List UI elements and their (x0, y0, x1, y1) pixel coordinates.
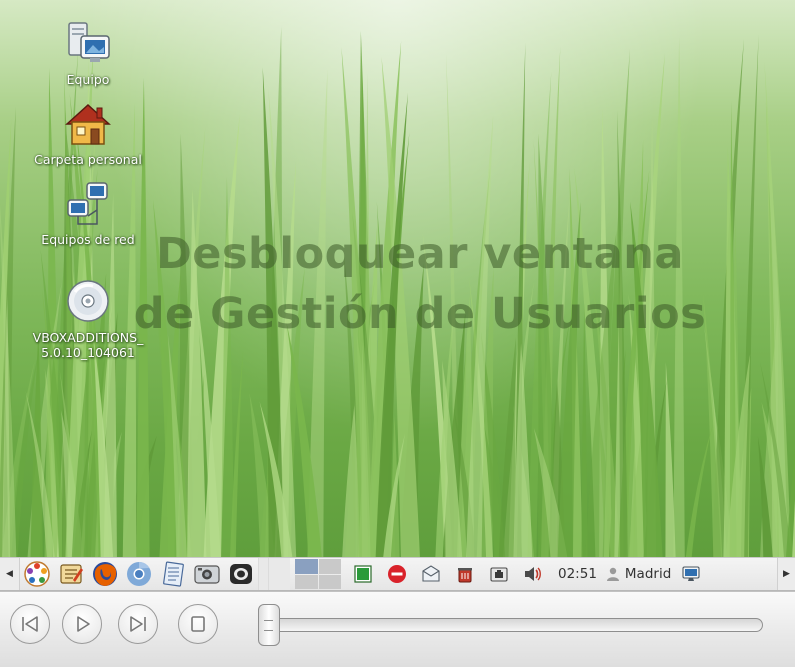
taskbar-clock[interactable]: 02:51 (550, 566, 605, 582)
taskbar-scroll-left[interactable]: ◀ (0, 558, 20, 590)
workspace-pager[interactable] (294, 558, 342, 590)
taskbar: ◀ 02:51 Madrid ▶ (0, 557, 795, 591)
desktop-icon-equipo[interactable]: Equipo (23, 20, 153, 87)
tray-display[interactable] (677, 558, 705, 590)
notes-icon (163, 561, 184, 587)
desktop-icon-label: Equipo (66, 72, 110, 87)
previous-icon (22, 616, 38, 632)
mail-notify-icon (422, 565, 440, 582)
cd-icon (67, 280, 109, 322)
workspace-3[interactable] (295, 574, 318, 589)
user-name: Madrid (624, 566, 672, 582)
tray-network[interactable] (482, 558, 516, 590)
trash-update-icon (458, 568, 472, 583)
launcher-firefox[interactable] (88, 558, 122, 590)
workspace-2[interactable] (318, 559, 341, 574)
user-icon (606, 567, 619, 581)
media-controls (0, 591, 795, 667)
seek-bar[interactable] (258, 618, 763, 632)
grass-blade (498, 337, 516, 557)
stop-button[interactable] (178, 604, 218, 644)
user-menu[interactable]: Madrid (605, 566, 677, 582)
grass-blade (685, 423, 713, 557)
tray-mail[interactable] (414, 558, 448, 590)
green-square-icon (354, 565, 372, 583)
tray-green-square[interactable] (346, 558, 380, 590)
desktop-icon-carpeta-personal[interactable]: Carpeta personal (23, 100, 153, 167)
taskbar-scroll-right[interactable]: ▶ (777, 558, 795, 590)
taskbar-separator (268, 558, 290, 590)
workspace-1[interactable] (295, 559, 318, 574)
display-icon (682, 566, 700, 581)
play-button[interactable] (62, 604, 102, 644)
play-icon (77, 616, 90, 632)
text-editor-icon (60, 564, 83, 584)
screenshot-icon (194, 565, 220, 584)
next-button[interactable] (118, 604, 158, 644)
tray-update[interactable] (448, 558, 482, 590)
workspace-4[interactable] (318, 574, 341, 589)
previous-button[interactable] (10, 604, 50, 644)
video-player-icon (230, 564, 252, 584)
app-menu-icon (24, 561, 50, 587)
launcher-video-player[interactable] (224, 558, 258, 590)
taskbar-separator (258, 558, 268, 590)
overlay-title: Desbloquear ventana de Gestión de Usuari… (133, 229, 707, 339)
launcher-text-editor[interactable] (54, 558, 88, 590)
stop-icon (191, 616, 205, 632)
tray-stop[interactable] (380, 558, 414, 590)
tray-volume[interactable] (516, 558, 550, 590)
computer-icon (68, 22, 110, 62)
desktop-icon-label: Carpeta personal (34, 152, 142, 167)
home-folder-icon (65, 103, 111, 145)
launcher-screenshot[interactable] (190, 558, 224, 590)
launcher-app-menu[interactable] (20, 558, 54, 590)
network-icon (67, 182, 108, 225)
stop-sign-icon (388, 565, 406, 583)
network-tray-icon (490, 567, 508, 582)
next-icon (130, 616, 146, 632)
chromium-icon (127, 562, 151, 586)
seek-thumb[interactable] (258, 604, 280, 646)
volume-icon (525, 567, 541, 581)
launcher-chromium[interactable] (122, 558, 156, 590)
firefox-icon (93, 562, 117, 586)
launcher-notes[interactable] (156, 558, 190, 590)
